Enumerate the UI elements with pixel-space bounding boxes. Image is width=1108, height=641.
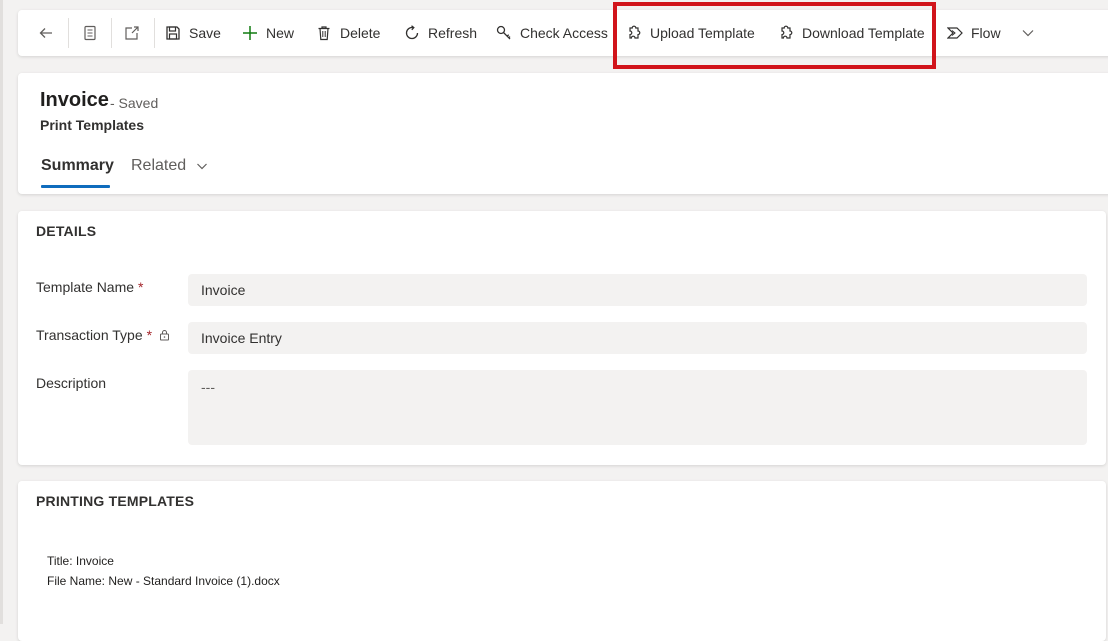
details-section: DETAILS Template Name * Invoice Transact… [18,211,1106,465]
back-button[interactable] [38,10,54,56]
puzzle-icon [629,25,641,39]
toolbar-separator [111,18,112,48]
trash-icon [318,26,330,41]
delete-label: Delete [340,25,381,41]
open-new-window-icon [125,26,139,40]
template-title-line: Title: Invoice [47,554,114,568]
upload-template-button[interactable]: Upload Template [626,10,755,56]
download-template-label: Download Template [802,25,925,41]
save-icon [166,26,180,40]
record-entity-name: Print Templates [40,117,144,133]
printing-templates-section-title: PRINTING TEMPLATES [36,493,195,509]
template-name-field[interactable]: Invoice [188,274,1087,306]
chevron-down-icon [197,163,208,170]
check-access-button[interactable]: Check Access [496,10,608,56]
upload-template-label: Upload Template [650,25,755,41]
download-template-button[interactable]: Download Template [778,10,925,56]
template-name-label: Template Name * [36,279,144,295]
check-access-label: Check Access [520,25,608,41]
toolbar-separator [68,18,69,48]
required-marker: * [146,327,153,343]
tab-summary-label: Summary [41,157,114,174]
new-button[interactable]: New [242,10,294,56]
selected-tab-indicator [41,185,110,188]
save-label: Save [189,25,221,41]
new-label: New [266,25,295,41]
left-border [0,0,3,624]
record-status: - Saved [110,95,159,111]
flow-icon [947,27,963,39]
transaction-type-label-text: Transaction Type [36,327,143,343]
chevron-down-icon[interactable] [1021,26,1035,40]
command-bar: Save New Delete Refresh Check Access Upl… [18,10,1108,56]
tab-related[interactable]: Related [131,157,208,175]
puzzle-icon [781,25,793,39]
save-button[interactable]: Save [165,10,221,56]
key-icon [496,25,511,40]
open-in-new-window-button[interactable] [124,10,140,56]
back-arrow-icon [39,28,52,38]
flow-label: Flow [971,25,1001,41]
description-label: Description [36,375,106,391]
tab-summary[interactable]: Summary [41,157,114,175]
printing-templates-section: PRINTING TEMPLATES Title: Invoice File N… [18,481,1106,641]
form-selector-button[interactable] [82,10,98,56]
refresh-icon [405,25,419,40]
delete-button[interactable]: Delete [316,10,380,56]
record-title: Invoice [40,89,109,111]
transaction-type-field[interactable]: Invoice Entry [188,322,1087,354]
details-section-title: DETAILS [36,223,97,239]
required-marker: * [138,279,144,295]
toolbar-separator [154,18,155,48]
record-header: Invoice - Saved Print Templates Summary … [18,73,1108,194]
description-label-text: Description [36,375,107,391]
template-file-name-line: File Name: New - Standard Invoice (1).do… [47,574,280,588]
lock-icon [160,330,170,341]
plus-icon [243,26,257,40]
transaction-type-label: Transaction Type * [36,327,170,343]
tab-related-label: Related [131,157,187,174]
form-icon [84,25,96,41]
refresh-label: Refresh [428,25,478,41]
flow-button[interactable]: Flow [947,10,1035,56]
template-name-label-text: Template Name [36,279,135,295]
description-field[interactable]: --- [188,370,1087,445]
refresh-button[interactable]: Refresh [404,10,477,56]
